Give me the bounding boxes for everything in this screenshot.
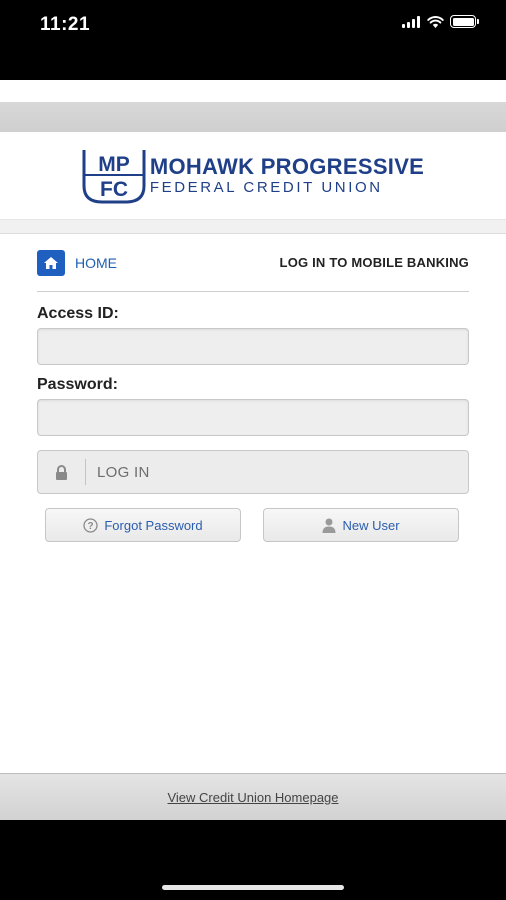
logo-line-2: FEDERAL CREDIT UNION [149,179,383,196]
svg-text:FC: FC [100,178,128,201]
new-user-label: New User [342,517,400,533]
logo-header: MP FC MOHAWK PROGRESSIVE FEDERAL CREDIT … [0,132,506,220]
page-title: LOG IN TO MOBILE BANKING [279,255,469,270]
login-button-label: LOG IN [97,463,150,481]
secondary-actions: ? Forgot Password New User [37,508,469,542]
signal-icon [402,15,420,28]
mpfc-logo-mark: MP FC [82,149,146,203]
new-user-button[interactable]: New User [263,508,459,542]
logo-wordmark: MOHAWK PROGRESSIVE FEDERAL CREDIT UNION [149,154,425,196]
phone-frame: 11:21 MP FC MOHAWK PROGRESSIVE FEDERAL C… [0,0,506,900]
user-icon [322,518,336,533]
status-icons [402,15,479,28]
home-indicator[interactable] [162,885,344,890]
password-input[interactable] [37,399,469,436]
svg-text:?: ? [88,521,94,532]
home-icon[interactable] [37,249,65,276]
app-screen: MP FC MOHAWK PROGRESSIVE FEDERAL CREDIT … [0,80,506,820]
battery-icon [450,15,479,28]
status-bar: 11:21 [0,0,506,52]
login-panel: HOME LOG IN TO MOBILE BANKING Access ID:… [0,234,506,542]
nav-row: HOME LOG IN TO MOBILE BANKING [37,234,469,292]
status-time: 11:21 [40,14,91,35]
access-id-input[interactable] [37,328,469,365]
home-link[interactable]: HOME [37,249,117,276]
top-strip [0,80,506,102]
access-id-label: Access ID: [37,305,119,322]
credit-union-logo: MP FC MOHAWK PROGRESSIVE FEDERAL CREDIT … [82,148,424,204]
svg-text:MP: MP [98,153,130,176]
footer-bar: View Credit Union Homepage [0,773,506,820]
top-gray-bar [0,102,506,132]
wifi-icon [427,15,444,28]
separator-band [0,220,506,234]
home-label[interactable]: HOME [75,255,117,271]
lock-icon [38,459,86,485]
logo-line-1: MOHAWK PROGRESSIVE [149,154,425,179]
forgot-password-button[interactable]: ? Forgot Password [45,508,241,542]
login-button[interactable]: LOG IN [37,450,469,494]
password-label: Password: [37,376,118,393]
homepage-link[interactable]: View Credit Union Homepage [167,790,338,805]
notch [118,0,388,34]
help-icon: ? [83,517,99,533]
forgot-password-label: Forgot Password [104,517,203,533]
